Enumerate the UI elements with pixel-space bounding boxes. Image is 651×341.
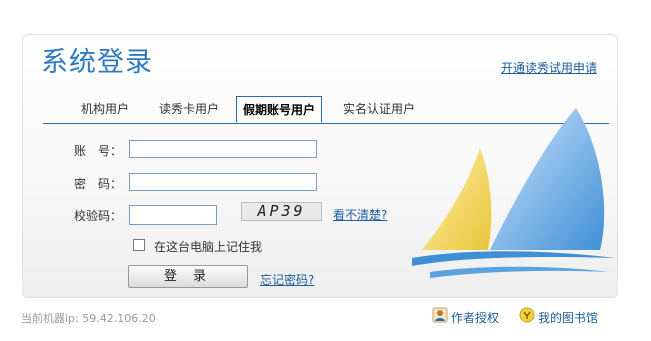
remember-me-checkbox[interactable] (133, 239, 145, 251)
captcha-refresh-link[interactable]: 看不清楚? (333, 206, 387, 223)
my-library-link[interactable]: 我的图书馆 (538, 309, 598, 326)
trial-apply-link[interactable]: 开通读秀试用申请 (501, 59, 597, 76)
client-ip-text: 当前机器ip: 59.42.106.20 (21, 312, 156, 325)
login-button[interactable]: 登 录 (128, 265, 248, 288)
captcha-label: 校验码： (73, 209, 122, 223)
tab-duxiu-card-user[interactable]: 读秀卡用户 (151, 96, 227, 122)
page-title: 系统登录 (41, 47, 153, 78)
password-label: 密 码： (73, 177, 122, 191)
tab-holiday-account-user[interactable]: 假期账号用户 (236, 96, 322, 123)
captcha-input[interactable] (129, 205, 217, 225)
tab-realname-user[interactable]: 实名认证用户 (337, 96, 421, 122)
yellow-round-icon (519, 307, 535, 323)
forgot-password-link[interactable]: 忘记密码? (260, 271, 314, 288)
sailboat-logo (412, 108, 615, 278)
author-auth-link[interactable]: 作者授权 (451, 309, 499, 326)
account-label: 账 号： (73, 144, 122, 158)
tab-institution-user[interactable]: 机构用户 (74, 96, 136, 122)
account-input[interactable] (129, 140, 317, 158)
captcha-image[interactable]: AP39 (241, 202, 322, 221)
person-icon (432, 307, 448, 323)
password-input[interactable] (129, 173, 317, 191)
remember-me-label: 在这台电脑上记住我 (154, 240, 263, 254)
